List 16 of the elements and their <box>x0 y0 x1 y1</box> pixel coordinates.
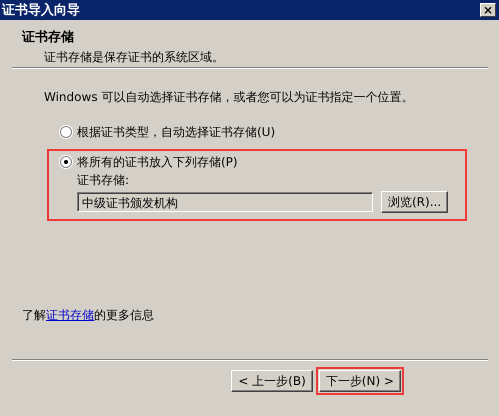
instruction-text: Windows 可以自动选择证书存储，或者您可以为证书指定一个位置。 <box>44 89 414 106</box>
next-button[interactable]: 下一步(N) > <box>318 370 401 392</box>
radio-button[interactable] <box>60 126 72 138</box>
radio-button[interactable] <box>60 156 72 168</box>
back-button[interactable]: < 上一步(B) <box>231 370 313 392</box>
window-title: 证书导入向导 <box>2 2 80 19</box>
more-info-text: 了解证书存储的更多信息 <box>22 307 155 324</box>
store-field[interactable]: 中级证书颁发机构 <box>77 192 373 212</box>
close-button[interactable]: × <box>480 3 496 17</box>
radio-label: 将所有的证书放入下列存储(P) <box>77 154 238 170</box>
field-label: 证书存储: <box>77 172 130 189</box>
radio-label: 根据证书类型，自动选择证书存储(U) <box>77 124 276 140</box>
browse-button[interactable]: 浏览(R)... <box>381 191 448 213</box>
page-description: 证书存储是保存证书的系统区域。 <box>44 49 225 66</box>
page-heading: 证书存储 <box>22 29 75 46</box>
link[interactable]: 证书存储 <box>46 308 94 322</box>
